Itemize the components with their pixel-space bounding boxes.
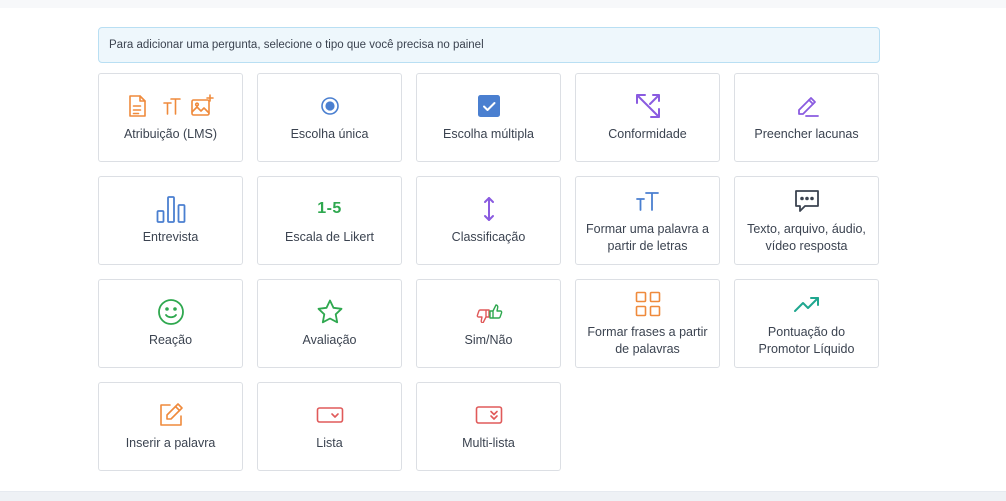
top-strip [0,0,1006,8]
grid-icon [635,290,661,318]
tile-text-file-audio-video[interactable]: Texto, arquivo, áudio, vídeo resposta [734,176,879,265]
multi-dropdown-icon [475,401,503,429]
comment-icon [794,187,820,215]
tile-yes-no[interactable]: Sim/Não [416,279,561,368]
pencil-icon [794,92,820,120]
likert-scale-icon: 1-5 [317,195,342,223]
tile-assignment-lms[interactable]: Atribuição (LMS) [98,73,243,162]
edit-box-icon [158,401,184,429]
tile-label: Formar frases a partir de palavras [587,324,708,356]
tile-label: Sim/Não [464,333,513,347]
dropdown-icon [316,401,344,429]
tile-list[interactable]: Lista [257,382,402,471]
likert-icon-text: 1-5 [317,200,342,217]
assignment-icon [126,92,216,120]
vertical-arrows-icon [482,195,496,223]
tile-reaction[interactable]: Reação [98,279,243,368]
tile-interview[interactable]: Entrevista [98,176,243,265]
info-hint-text: Para adicionar uma pergunta, selecione o… [109,39,484,51]
tile-label: Inserir a palavra [125,436,216,450]
tile-multiple-choice[interactable]: Escolha múltipla [416,73,561,162]
thumbs-icon [475,298,503,326]
tile-label: Avaliação [302,333,357,347]
text-size-icon [635,187,661,215]
trend-icon [793,290,821,318]
tile-ranking[interactable]: Classificação [416,176,561,265]
arrows-diagonal-icon [634,92,662,120]
tile-label: Lista [316,436,343,450]
checkbox-icon [477,92,500,120]
tile-label: Multi-lista [462,436,515,450]
tile-word-from-letters[interactable]: Formar uma palavra a partir de letras [575,176,720,265]
tile-label: Formar uma palavra a partir de letras [586,221,709,253]
tile-label: Preencher lacunas [754,127,859,141]
tile-fill-gaps[interactable]: Preencher lacunas [734,73,879,162]
tile-label: Texto, arquivo, áudio, vídeo resposta [747,221,866,253]
tile-rating[interactable]: Avaliação [257,279,402,368]
tile-phrases-from-words[interactable]: Formar frases a partir de palavras [575,279,720,368]
tile-label: Conformidade [608,127,687,141]
tile-single-choice[interactable]: Escolha única [257,73,402,162]
tile-label: Classificação [451,230,526,244]
question-type-grid: Atribuição (LMS) Escolha única Escolha m… [98,73,879,471]
tile-label: Reação [148,333,193,347]
radio-icon [320,92,340,120]
tile-insert-word[interactable]: Inserir a palavra [98,382,243,471]
tile-net-promoter-score[interactable]: Pontuação do Promotor Líquido [734,279,879,368]
bar-chart-icon [156,195,186,223]
star-icon [316,298,344,326]
tile-label: Escala de Likert [285,230,374,244]
tile-likert-scale[interactable]: 1-5 Escala de Likert [257,176,402,265]
tile-label: Atribuição (LMS) [123,127,218,141]
tile-matching[interactable]: Conformidade [575,73,720,162]
tile-label: Escolha múltipla [442,127,534,141]
tile-label: Pontuação do Promotor Líquido [758,324,855,356]
smiley-icon [157,298,185,326]
info-hint: Para adicionar uma pergunta, selecione o… [98,27,880,63]
tile-multi-list[interactable]: Multi-lista [416,382,561,471]
tile-label: Entrevista [142,230,199,244]
tile-label: Escolha única [290,127,369,141]
